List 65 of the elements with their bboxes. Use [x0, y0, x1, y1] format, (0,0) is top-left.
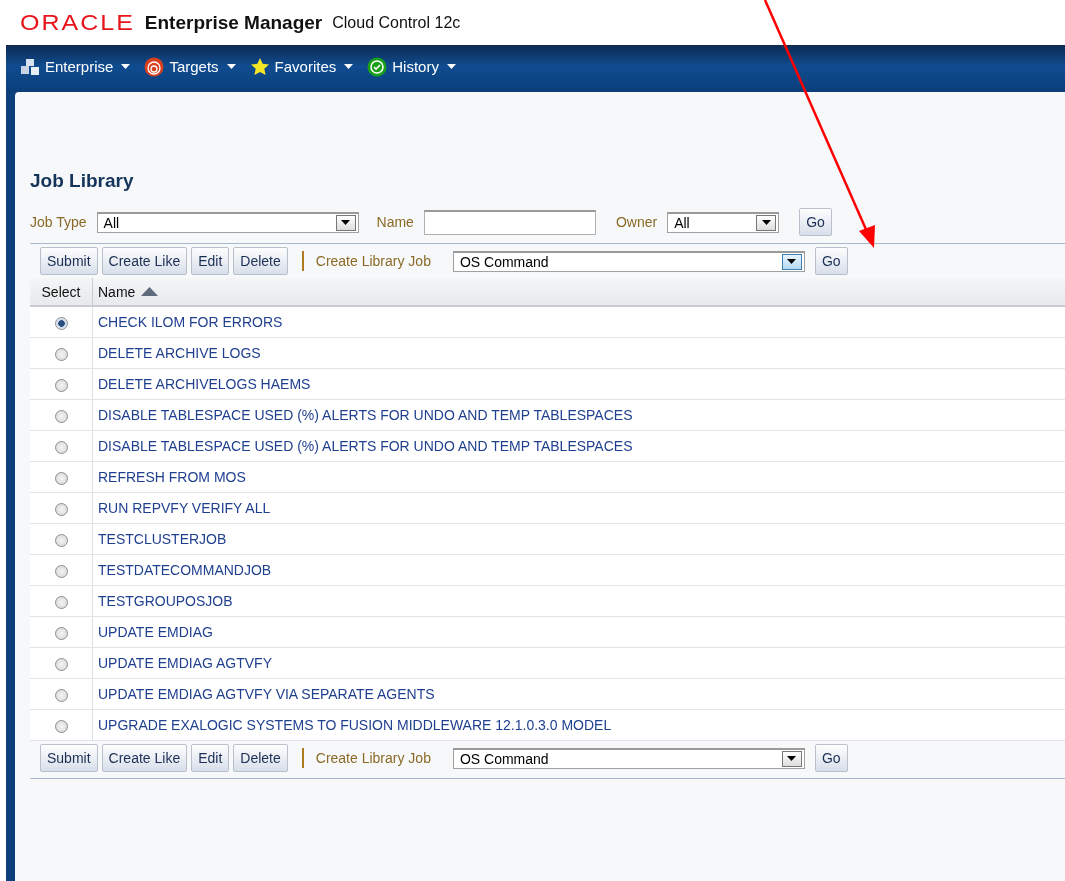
job-name-link[interactable]: UPDATE EMDIAG	[98, 624, 213, 640]
radio-button[interactable]	[54, 502, 68, 516]
product-name: Enterprise Manager	[144, 11, 323, 34]
radio-button[interactable]	[54, 316, 68, 330]
star-icon	[249, 56, 270, 77]
owner-dropdown[interactable]: All	[667, 211, 780, 233]
product-edition: Cloud Control 12c	[332, 13, 461, 32]
menu-item[interactable]: Targets	[144, 56, 236, 77]
job-name-link[interactable]: RUN REPVFY VERIFY ALL	[98, 500, 271, 516]
job-name-link[interactable]: DELETE ARCHIVELOGS HAEMS	[98, 376, 311, 392]
job-name-link[interactable]: TESTCLUSTERJOB	[98, 531, 227, 547]
go-button[interactable]: Go	[799, 208, 832, 236]
job-type-dropdown[interactable]: OS Command	[452, 250, 805, 272]
job-name-link[interactable]: REFRESH FROM MOS	[98, 469, 246, 485]
job-type-label: Job Type	[30, 214, 87, 230]
job-type-dropdown[interactable]: OS Command	[452, 747, 805, 769]
create-library-job-label: Create Library Job	[315, 750, 431, 766]
radio-button[interactable]	[54, 564, 68, 578]
radio-button[interactable]	[54, 657, 68, 671]
menu-item[interactable]: History	[367, 56, 456, 77]
toolbar-button[interactable]: Submit	[40, 247, 98, 275]
cubes-icon	[20, 57, 40, 76]
job-name-link[interactable]: UPDATE EMDIAG AGTVFY VIA SEPARATE AGENTS	[98, 686, 435, 702]
caret-icon	[344, 64, 354, 69]
toolbar-button[interactable]: Edit	[191, 247, 230, 275]
radio-button[interactable]	[54, 595, 68, 609]
go-button[interactable]: Go	[814, 247, 848, 275]
radio-button[interactable]	[54, 688, 68, 702]
radio-button[interactable]	[54, 471, 68, 485]
caret-icon	[121, 64, 131, 69]
radio-button[interactable]	[54, 719, 68, 733]
radio-button[interactable]	[54, 626, 68, 640]
owner-label: Owner	[615, 214, 658, 230]
oracle-logo: ORACLE	[20, 10, 135, 35]
radio-button[interactable]	[54, 533, 68, 547]
menu-item[interactable]: Enterprise	[20, 57, 131, 76]
job-name-link[interactable]: UPDATE EMDIAG AGTVFY	[98, 655, 272, 671]
create-library-job-label: Create Library Job	[315, 253, 431, 269]
toolbar-button[interactable]: Create Like	[101, 247, 188, 275]
menu-item[interactable]: Favorites	[249, 56, 354, 77]
job-name-link[interactable]: TESTGROUPOSJOB	[98, 593, 233, 609]
go-button[interactable]: Go	[814, 744, 848, 772]
radio-button[interactable]	[54, 347, 68, 361]
job-type-dropdown[interactable]: All	[96, 211, 359, 233]
page-title: Job Library	[30, 169, 135, 193]
job-name-link[interactable]: CHECK ILOM FOR ERRORS	[98, 314, 283, 330]
toolbar-button[interactable]: Delete	[233, 247, 288, 275]
check-circle-icon	[367, 56, 388, 77]
sort-ascending-icon	[141, 287, 159, 296]
toolbar-button[interactable]: Submit	[40, 744, 98, 772]
toolbar-button[interactable]: Create Like	[101, 744, 188, 772]
caret-icon	[446, 64, 456, 69]
job-name-link[interactable]: TESTDATECOMMANDJOB	[98, 562, 272, 578]
caret-icon	[226, 64, 236, 69]
target-icon	[144, 56, 165, 77]
name-input-field[interactable]	[423, 209, 596, 235]
toolbar-button[interactable]: Edit	[191, 744, 230, 772]
toolbar-button[interactable]: Delete	[233, 744, 288, 772]
radio-button[interactable]	[54, 378, 68, 392]
column-header[interactable]: Name	[92, 278, 1065, 306]
name-label: Name	[376, 214, 414, 230]
radio-button[interactable]	[54, 409, 68, 423]
column-header: Select	[30, 278, 93, 306]
radio-button[interactable]	[54, 440, 68, 454]
job-name-link[interactable]: DELETE ARCHIVE LOGS	[98, 345, 261, 361]
